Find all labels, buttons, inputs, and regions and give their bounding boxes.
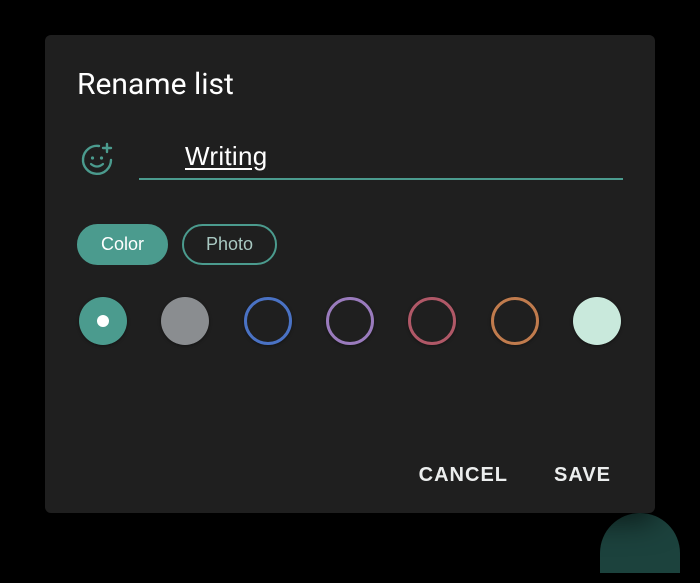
tab-color[interactable]: Color bbox=[77, 224, 168, 265]
dialog-title: Rename list bbox=[77, 67, 623, 102]
tab-photo[interactable]: Photo bbox=[182, 224, 277, 265]
add-emoji-button[interactable] bbox=[77, 140, 117, 180]
name-input-row bbox=[77, 140, 623, 180]
smiley-plus-icon bbox=[79, 142, 115, 178]
list-name-input[interactable] bbox=[185, 141, 623, 172]
color-swatch-teal[interactable] bbox=[79, 297, 127, 345]
rename-list-dialog: Rename list Color Photo CANCEL SAVE bbox=[45, 35, 655, 513]
memo-icon bbox=[139, 140, 171, 172]
cancel-button[interactable]: CANCEL bbox=[415, 458, 512, 493]
dialog-actions: CANCEL SAVE bbox=[77, 452, 623, 493]
background-accent bbox=[600, 513, 680, 573]
color-swatch-mint[interactable] bbox=[573, 297, 621, 345]
background-type-tabs: Color Photo bbox=[77, 224, 623, 265]
save-button[interactable]: SAVE bbox=[550, 458, 615, 493]
color-swatch-gray[interactable] bbox=[161, 297, 209, 345]
color-swatch-pink[interactable] bbox=[408, 297, 456, 345]
name-field-wrap bbox=[139, 140, 623, 180]
color-swatch-blue[interactable] bbox=[244, 297, 292, 345]
color-swatch-orange[interactable] bbox=[491, 297, 539, 345]
color-swatch-row bbox=[77, 297, 623, 345]
color-swatch-purple[interactable] bbox=[326, 297, 374, 345]
